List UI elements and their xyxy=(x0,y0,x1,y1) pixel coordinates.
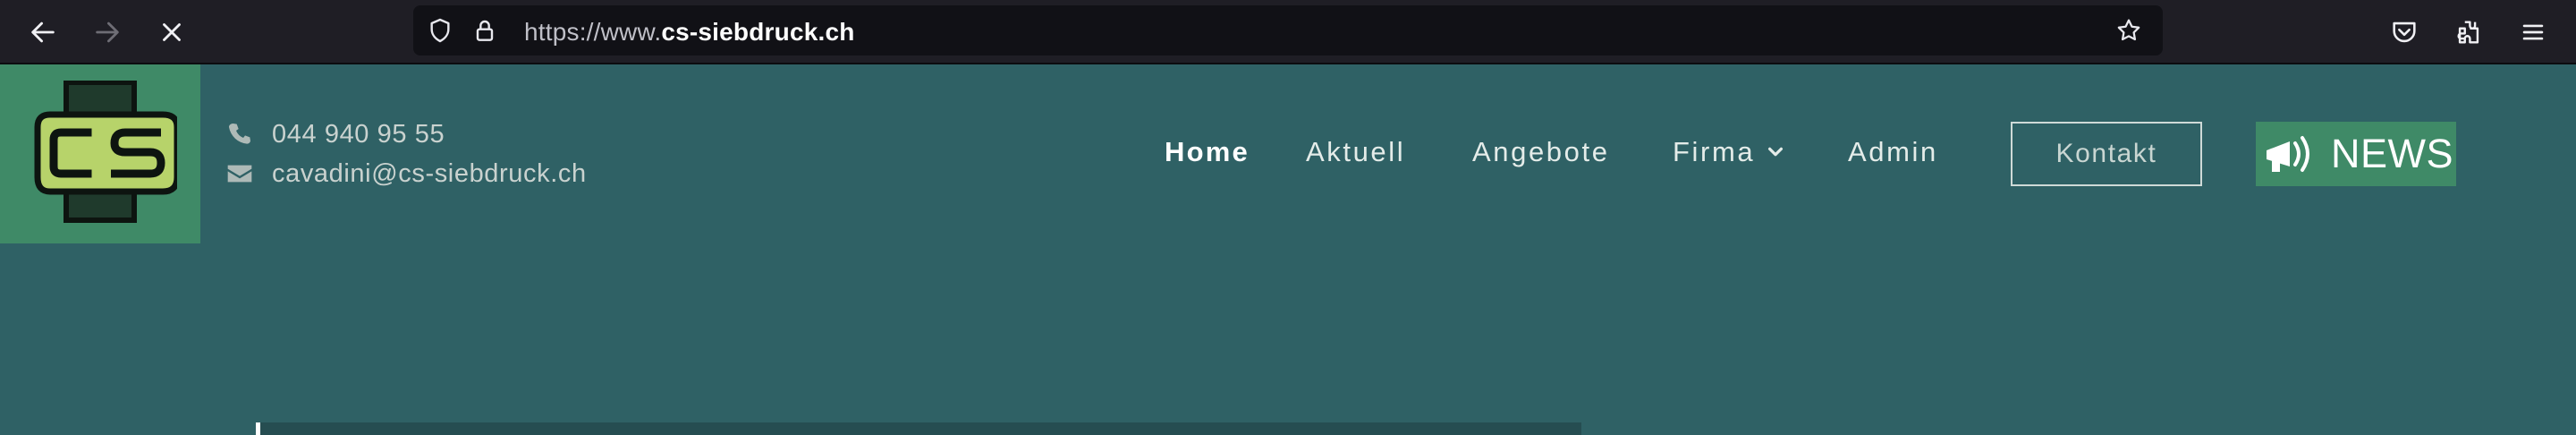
news-label: NEWS xyxy=(2331,131,2453,176)
nav-firma-label: Firma xyxy=(1673,136,1756,167)
nav-aktuell[interactable]: Aktuell xyxy=(1306,132,1405,172)
site-header: 044 940 95 55 cavadini@cs-siebdruck.ch H… xyxy=(0,64,2576,435)
phone-row[interactable]: 044 940 95 55 xyxy=(224,115,587,154)
url-text[interactable]: https://www.cs-siebdruck.ch xyxy=(524,18,855,47)
nav-firma[interactable]: Firma xyxy=(1673,132,1785,172)
news-button[interactable]: NEWS xyxy=(2256,122,2456,186)
lock-icon[interactable] xyxy=(470,16,499,45)
nav-angebote[interactable]: Angebote xyxy=(1472,132,1610,172)
chevron-down-icon xyxy=(1768,147,1784,157)
back-button[interactable] xyxy=(20,9,66,55)
stop-icon xyxy=(163,23,181,41)
content-panel-top xyxy=(256,422,1581,435)
extensions-icon xyxy=(2457,21,2479,44)
forward-button[interactable] xyxy=(84,9,131,55)
pocket-icon xyxy=(2393,21,2416,43)
phone-icon xyxy=(229,124,250,144)
browser-toolbar: https://www.cs-siebdruck.ch xyxy=(0,0,2576,64)
extensions-button[interactable] xyxy=(2445,9,2492,55)
contact-info: 044 940 95 55 cavadini@cs-siebdruck.ch xyxy=(224,115,587,193)
address-bar[interactable]: https://www.cs-siebdruck.ch xyxy=(413,5,2163,55)
email-address: cavadini@cs-siebdruck.ch xyxy=(272,158,587,188)
shield-icon[interactable] xyxy=(426,16,454,45)
stop-button[interactable] xyxy=(148,9,195,55)
menu-button[interactable] xyxy=(2510,9,2556,55)
content-panel-edge xyxy=(256,422,260,435)
logo[interactable] xyxy=(0,64,200,243)
email-row[interactable]: cavadini@cs-siebdruck.ch xyxy=(224,154,587,193)
nav-admin[interactable]: Admin xyxy=(1848,132,1938,172)
back-arrow-icon xyxy=(31,21,55,43)
megaphone-icon xyxy=(2267,136,2309,172)
phone-number: 044 940 95 55 xyxy=(272,119,445,149)
url-host: cs-siebdruck.ch xyxy=(661,18,855,46)
bookmark-star-icon[interactable] xyxy=(2114,16,2143,45)
url-prefix: https://www. xyxy=(524,18,662,46)
cs-logo-icon xyxy=(34,81,177,223)
forward-arrow-icon xyxy=(96,21,119,43)
pocket-button[interactable] xyxy=(2381,9,2428,55)
envelope-icon xyxy=(227,165,252,183)
nav-home[interactable]: Home xyxy=(1165,132,1250,172)
menu-icon xyxy=(2522,24,2544,40)
kontakt-button[interactable]: Kontakt xyxy=(2011,122,2202,186)
